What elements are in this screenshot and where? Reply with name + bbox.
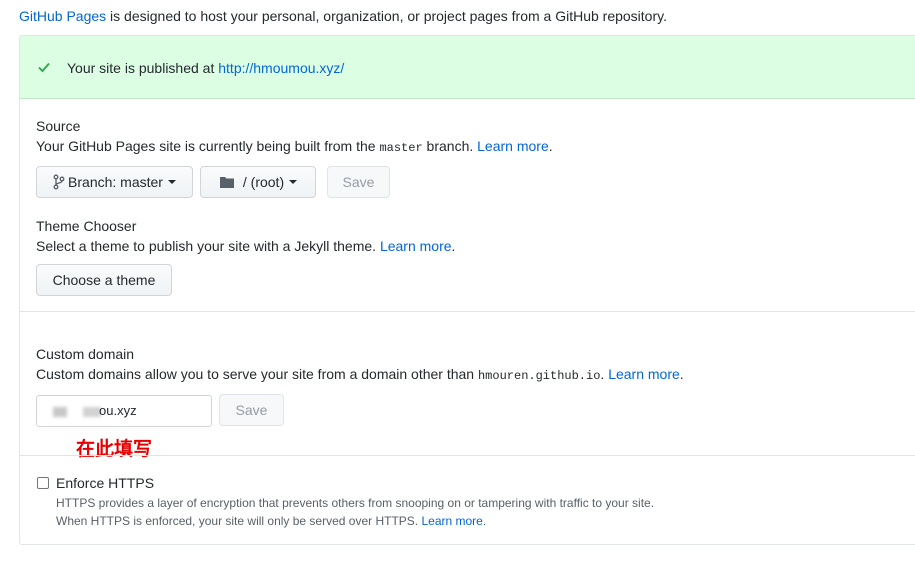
section-divider bbox=[20, 311, 915, 312]
branch-icon bbox=[53, 174, 65, 190]
folder-select-label: / (root) bbox=[242, 174, 285, 190]
source-heading: Source bbox=[36, 118, 81, 134]
custom-domain-period-2: . bbox=[679, 366, 684, 382]
theme-desc-text: Select a theme to publish your site with… bbox=[36, 238, 380, 254]
intro-description: is designed to host your personal, organ… bbox=[106, 8, 667, 24]
source-period: . bbox=[548, 138, 553, 154]
published-url-link[interactable]: http://hmoumou.xyz/ bbox=[218, 60, 344, 76]
https-description-line2: When HTTPS is enforced, your site will o… bbox=[56, 513, 486, 529]
chevron-down-icon bbox=[167, 180, 176, 184]
https-desc-text: When HTTPS is enforced, your site will o… bbox=[56, 514, 422, 528]
source-save-button[interactable]: Save bbox=[327, 166, 390, 198]
chevron-down-icon bbox=[289, 180, 298, 184]
folder-icon bbox=[219, 177, 234, 188]
check-icon bbox=[38, 62, 50, 73]
source-desc-text-2: branch. bbox=[422, 138, 478, 154]
custom-domain-value: ou.xyz bbox=[99, 403, 137, 418]
custom-domain-desc-text: Custom domains allow you to serve your s… bbox=[36, 366, 478, 382]
github-pages-link[interactable]: GitHub Pages bbox=[19, 8, 106, 24]
github-pages-panel: Your site is published at http://hmoumou… bbox=[19, 35, 915, 545]
github-io-code: hmouren.github.io bbox=[477, 369, 601, 383]
published-flash: Your site is published at http://hmoumou… bbox=[20, 36, 915, 99]
theme-learn-more-link[interactable]: Learn more bbox=[380, 238, 452, 254]
annotation-fill-here: 在此填写 bbox=[76, 439, 153, 460]
theme-chooser-heading: Theme Chooser bbox=[36, 218, 137, 234]
https-period: . bbox=[482, 514, 487, 528]
custom-domain-save-button[interactable]: Save bbox=[219, 394, 284, 426]
intro-text: GitHub Pages is designed to host your pe… bbox=[19, 7, 667, 25]
redacted-text bbox=[53, 407, 67, 417]
custom-domain-heading: Custom domain bbox=[36, 346, 135, 362]
folder-select-button[interactable]: / (root) bbox=[200, 166, 316, 198]
branch-select-label: Branch: master bbox=[68, 174, 163, 190]
choose-theme-button[interactable]: Choose a theme bbox=[36, 264, 172, 296]
branch-code: master bbox=[379, 141, 423, 155]
published-message: Your site is published at http://hmoumou… bbox=[67, 59, 344, 77]
source-learn-more-link[interactable]: Learn more bbox=[477, 138, 549, 154]
custom-domain-input[interactable]: ou.xyz bbox=[36, 395, 212, 427]
enforce-https-label[interactable]: Enforce HTTPS bbox=[56, 474, 154, 492]
section-divider bbox=[20, 455, 915, 456]
branch-select-button[interactable]: Branch: master bbox=[36, 166, 193, 198]
https-learn-more-link[interactable]: Learn more bbox=[421, 514, 482, 528]
enforce-https-checkbox[interactable] bbox=[37, 477, 49, 489]
custom-domain-description: Custom domains allow you to serve your s… bbox=[36, 365, 684, 385]
theme-description: Select a theme to publish your site with… bbox=[36, 237, 455, 255]
source-description: Your GitHub Pages site is currently bein… bbox=[36, 137, 553, 157]
custom-domain-learn-more-link[interactable]: Learn more bbox=[608, 366, 680, 382]
source-desc-text: Your GitHub Pages site is currently bein… bbox=[36, 138, 380, 154]
published-text: Your site is published at bbox=[67, 60, 219, 76]
theme-period: . bbox=[451, 238, 456, 254]
https-description-line1: HTTPS provides a layer of encryption tha… bbox=[56, 496, 655, 510]
